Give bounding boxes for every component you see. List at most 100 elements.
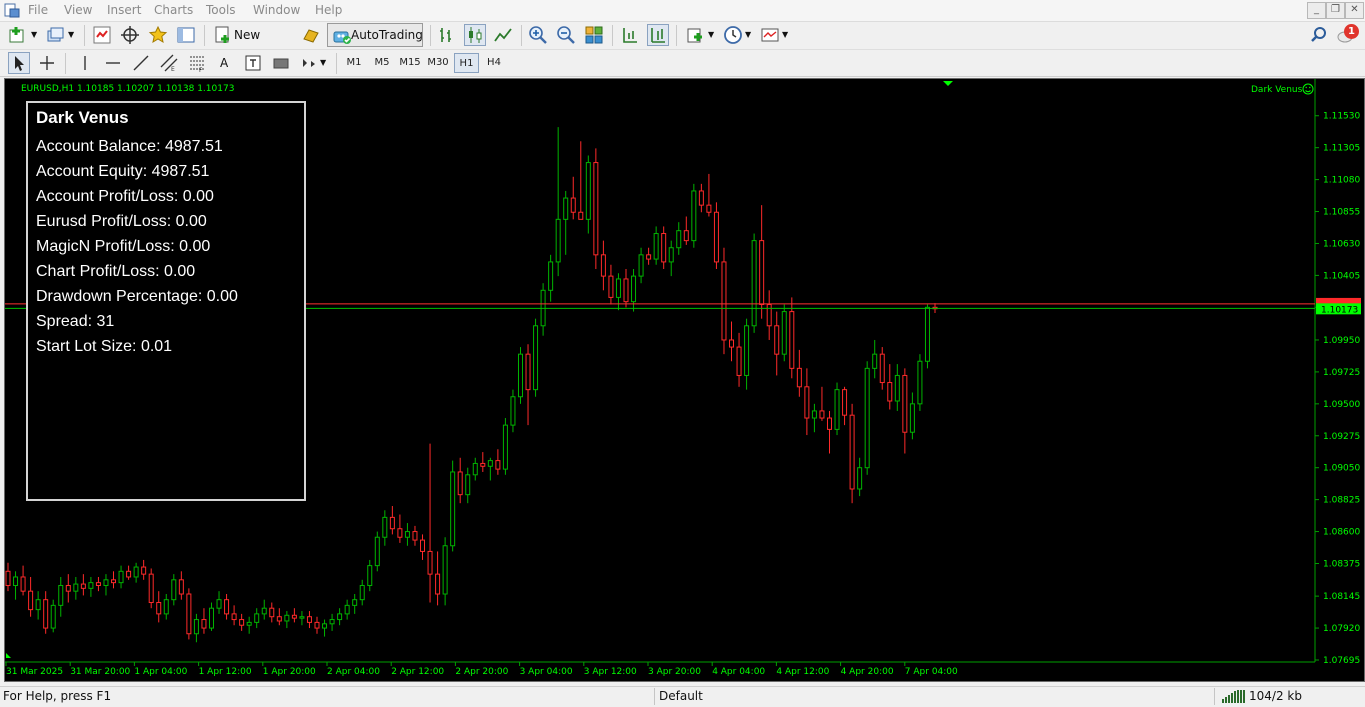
app-icon: [4, 3, 20, 18]
timeframe-h1[interactable]: H1: [454, 53, 479, 73]
y-tick-label: 1.09275: [1323, 432, 1360, 442]
chevron-down-icon[interactable]: ▼: [745, 24, 751, 46]
notification-badge: 1: [1344, 24, 1359, 39]
candle: [894, 364, 900, 411]
crosshair-tool-icon[interactable]: [37, 53, 57, 73]
equidistant-channel-icon[interactable]: E: [159, 53, 179, 73]
menu-help[interactable]: Help: [315, 3, 342, 17]
text-tool-icon[interactable]: A: [220, 52, 228, 74]
candle: [533, 318, 539, 397]
text-label-icon[interactable]: [243, 53, 263, 73]
chevron-down-icon[interactable]: ▼: [31, 24, 37, 46]
new-order-button[interactable]: New Order: [211, 24, 295, 64]
notifications-button[interactable]: 1: [1335, 24, 1361, 46]
autoscroll-icon[interactable]: [647, 24, 669, 46]
zoom-in-icon[interactable]: [528, 25, 548, 45]
candle: [389, 506, 395, 535]
profiles-icon[interactable]: [46, 25, 66, 45]
candle: [28, 576, 34, 617]
autotrading-button[interactable]: AutoTrading: [327, 23, 423, 47]
candle: [872, 339, 878, 379]
candle: [540, 283, 546, 336]
chevron-down-icon[interactable]: ▼: [320, 52, 326, 74]
gold-bars-icon[interactable]: [301, 25, 321, 45]
timeframe-m30[interactable]: M30: [425, 53, 451, 73]
candle: [615, 273, 621, 311]
candle: [382, 510, 388, 546]
chart-shift-icon[interactable]: [620, 25, 640, 45]
x-tick-label: 2 Apr 12:00: [391, 667, 444, 677]
candle: [744, 318, 750, 390]
fibonacci-icon[interactable]: F: [187, 53, 207, 73]
candle: [548, 254, 554, 302]
cursor-icon[interactable]: [8, 52, 30, 74]
candlestick-chart-icon[interactable]: [464, 24, 486, 46]
candle: [337, 608, 343, 626]
menu-charts[interactable]: Charts: [154, 3, 193, 17]
candle: [95, 576, 101, 592]
candle: [751, 233, 757, 333]
crosshair-icon[interactable]: [120, 25, 140, 45]
menu-view[interactable]: View: [64, 3, 92, 17]
zoom-out-icon[interactable]: [556, 25, 576, 45]
periods-clock-icon[interactable]: [723, 25, 743, 45]
horizontal-line-icon[interactable]: [103, 53, 123, 73]
new-chart-icon[interactable]: [8, 25, 28, 45]
chevron-down-icon[interactable]: ▼: [68, 24, 74, 46]
tile-windows-icon[interactable]: [584, 25, 604, 45]
smiley-icon: [1302, 83, 1314, 95]
restore-icon[interactable]: ❐: [1326, 2, 1345, 19]
spread: Spread: 31: [36, 313, 115, 330]
x-tick-label: 3 Apr 20:00: [648, 667, 701, 677]
chart-window[interactable]: 1.11530 1.11305 1.11080 1.10855 1.10630 1.104…: [4, 78, 1365, 682]
search-icon[interactable]: [1309, 25, 1329, 45]
bar-chart-icon[interactable]: [437, 25, 457, 45]
terminal-icon[interactable]: [176, 25, 196, 45]
autotrading-label: AutoTrading: [351, 28, 423, 42]
menu-window[interactable]: Window: [253, 3, 300, 17]
menu-tools[interactable]: Tools: [206, 3, 236, 17]
candle: [555, 127, 561, 277]
toolbar-separator: [430, 25, 431, 46]
timeframe-h4[interactable]: H4: [481, 53, 507, 73]
chevron-down-icon[interactable]: ▼: [708, 24, 714, 46]
menu-file[interactable]: File: [28, 3, 48, 17]
indicators-icon[interactable]: [686, 25, 706, 45]
toolbar-separator: [336, 53, 337, 74]
vertical-line-icon[interactable]: [75, 53, 95, 73]
chart-profit-loss: Chart Profit/Loss: 0.00: [36, 263, 196, 280]
candle: [111, 571, 117, 589]
candle: [163, 594, 169, 620]
candle: [495, 449, 501, 475]
candle: [329, 613, 335, 631]
minimize-icon[interactable]: _: [1307, 2, 1326, 19]
toolbar-separator: [676, 25, 677, 46]
arrows-icon[interactable]: [299, 53, 319, 73]
timeframe-m1[interactable]: M1: [341, 53, 367, 73]
line-chart-icon[interactable]: [493, 25, 513, 45]
navigator-icon[interactable]: [148, 25, 168, 45]
candle: [13, 571, 19, 600]
candle: [20, 565, 26, 596]
trendline-icon[interactable]: [131, 53, 151, 73]
close-icon[interactable]: ✕: [1345, 2, 1364, 19]
chart-shift-marker[interactable]: [943, 81, 953, 86]
candle: [156, 591, 162, 623]
rectangle-label-icon[interactable]: [271, 53, 291, 73]
timeframe-m15[interactable]: M15: [397, 53, 423, 73]
market-watch-icon[interactable]: [92, 25, 112, 45]
menu-insert[interactable]: Insert: [107, 3, 141, 17]
candle: [306, 611, 312, 629]
toolbar-separator: [204, 25, 205, 46]
chevron-down-icon[interactable]: ▼: [782, 24, 788, 46]
y-tick-label: 1.11305: [1323, 144, 1360, 154]
candle: [126, 565, 132, 580]
candle: [435, 551, 441, 606]
x-tick-label: 31 Mar 2025: [6, 667, 63, 677]
candle: [902, 368, 908, 454]
candle: [811, 403, 817, 433]
timeframe-m5[interactable]: M5: [369, 53, 395, 73]
candle: [276, 608, 282, 626]
connection-bars-icon[interactable]: [1222, 690, 1246, 703]
templates-icon[interactable]: [760, 25, 780, 45]
